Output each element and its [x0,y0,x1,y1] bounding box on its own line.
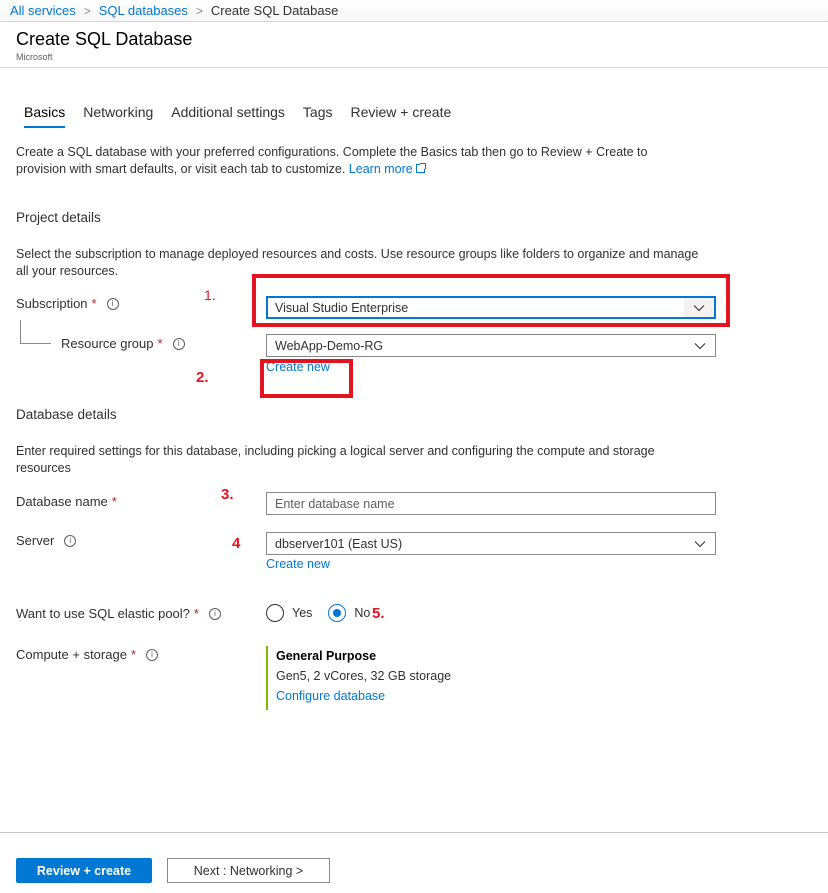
annotation-step-5: 5. [372,605,385,622]
subscription-label: Subscription * i [16,296,119,311]
breadcrumb-all-services[interactable]: All services [10,3,76,18]
tab-review-create[interactable]: Review + create [350,104,451,126]
tab-bar: Basics Networking Additional settings Ta… [24,104,469,128]
annotation-step-2: 2. [196,369,209,386]
annotation-box-create-new [260,359,353,398]
tree-connector-vertical [20,320,21,344]
compute-storage-label: Compute + storage * i [16,647,158,662]
breadcrumb: All services > SQL databases > Create SQ… [0,0,828,22]
database-name-label-text: Database name [16,494,108,509]
info-icon[interactable]: i [208,607,221,620]
project-details-heading: Project details [16,210,101,225]
breadcrumb-separator: > [83,3,91,18]
compute-tier: General Purpose [276,649,377,663]
tree-connector-horizontal [20,343,51,344]
resource-group-label: Resource group * i [61,336,185,351]
chevron-down-icon [685,533,715,554]
elastic-pool-label: Want to use SQL elastic pool? * i [16,606,221,621]
compute-spec: Gen5, 2 vCores, 32 GB storage [276,669,452,683]
required-asterisk: * [157,336,163,351]
breadcrumb-current: Create SQL Database [210,3,339,18]
breadcrumb-sql-databases[interactable]: SQL databases [99,3,188,18]
required-asterisk: * [193,606,199,621]
tab-tags[interactable]: Tags [303,104,333,126]
info-icon[interactable]: i [146,648,158,661]
required-asterisk: * [91,296,97,311]
footer-divider [0,832,828,833]
tab-basics[interactable]: Basics [24,104,66,128]
resource-group-value: WebApp-Demo-RG [275,338,384,353]
resource-group-dropdown[interactable]: WebApp-Demo-RG [266,334,716,357]
breadcrumb-separator: > [195,3,203,18]
required-asterisk: * [130,647,136,662]
elastic-pool-yes-label[interactable]: Yes [292,606,312,620]
database-details-description: Enter required settings for this databas… [16,444,655,475]
page-header: Create SQL Database Microsoft [0,23,828,68]
subscription-label-text: Subscription [16,296,88,311]
create-new-server-link[interactable]: Create new [266,557,330,571]
publisher-label: Microsoft [16,52,53,62]
configure-database-link[interactable]: Configure database [276,689,385,703]
database-name-label: Database name * [16,494,117,509]
annotation-step-1: 1. [204,287,216,303]
database-name-input[interactable] [266,492,716,515]
elastic-pool-label-text: Want to use SQL elastic pool? [16,606,190,621]
review-create-button[interactable]: Review + create [16,858,152,883]
tab-networking[interactable]: Networking [83,104,153,126]
annotation-step-3: 3. [221,486,234,503]
learn-more-label: Learn more [348,162,413,176]
elastic-pool-radio-group: Yes No [266,604,386,622]
page-title: Create SQL Database [16,29,193,49]
next-networking-button[interactable]: Next : Networking > [167,858,330,883]
elastic-pool-no-label[interactable]: No [354,606,370,620]
intro-description: Create a SQL database with your preferre… [16,145,648,176]
required-asterisk: * [111,494,117,509]
learn-more-link[interactable]: Learn more [348,162,426,176]
compute-storage-label-text: Compute + storage [16,647,127,662]
server-label-text: Server [16,533,55,548]
annotation-box-subscription [252,274,730,327]
compute-storage-summary: General Purpose Gen5, 2 vCores, 32 GB st… [266,646,451,710]
info-icon[interactable]: i [172,337,185,350]
server-value: dbserver101 (East US) [275,536,403,551]
server-label: Server i [16,533,77,548]
info-icon[interactable]: i [64,534,77,547]
elastic-pool-yes-radio[interactable] [266,604,284,622]
database-details-heading: Database details [16,407,117,422]
annotation-step-4: 4 [232,535,241,552]
tab-additional-settings[interactable]: Additional settings [171,104,285,126]
intro-text: Create a SQL database with your preferre… [16,144,696,178]
external-link-icon [415,163,426,173]
server-dropdown[interactable]: dbserver101 (East US) [266,532,716,555]
chevron-down-icon [685,335,715,356]
info-icon[interactable]: i [106,297,119,310]
resource-group-label-text: Resource group [61,336,154,351]
elastic-pool-no-radio[interactable] [328,604,347,622]
